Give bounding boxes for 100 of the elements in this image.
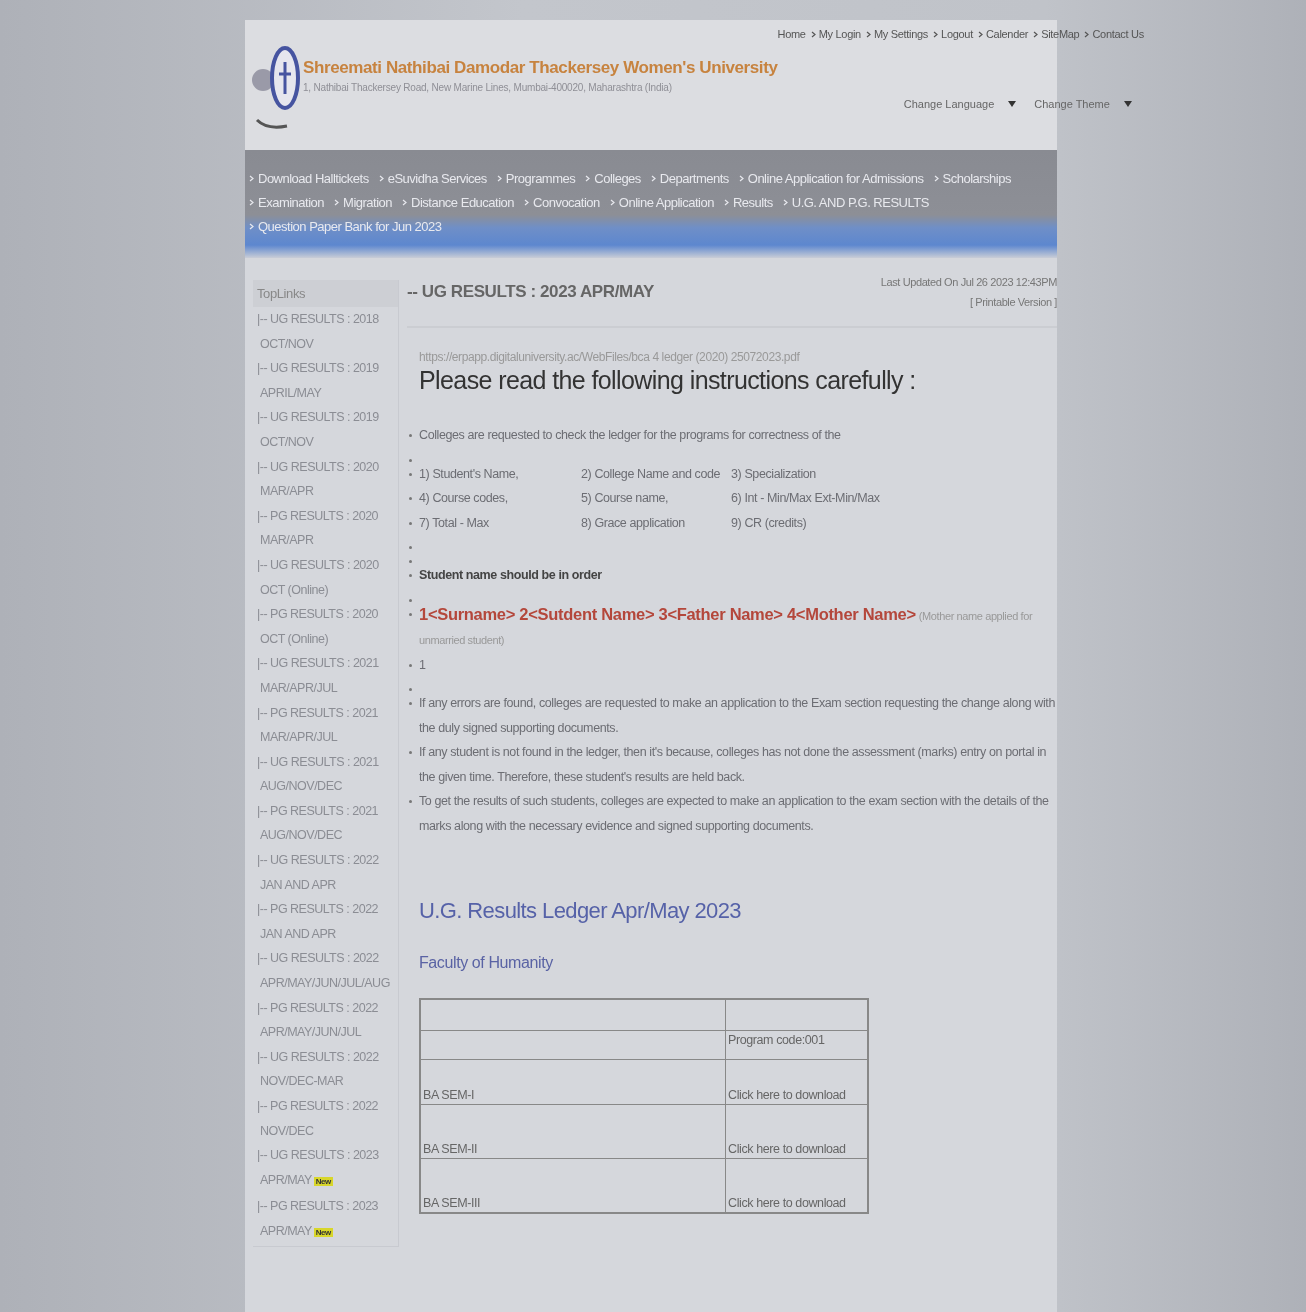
- sidebar-link[interactable]: |-- PG RESULTS : 2022 APR/MAY/JUN/JUL: [253, 995, 398, 1045]
- bullet-icon: [409, 663, 412, 667]
- menu-link[interactable]: Migration: [334, 192, 392, 213]
- dropdown[interactable]: Change Theme: [1032, 96, 1134, 112]
- field-item: 5) Course name,: [581, 490, 670, 507]
- menu-link[interactable]: Results: [723, 192, 773, 213]
- menu-link[interactable]: Online Application: [609, 192, 714, 213]
- printable-version-link[interactable]: [ Printable Version ]: [970, 296, 1057, 308]
- instruction-text: If any errors are found, colleges are requested to make an application to the Exam section requesting the change along with the duly signed supporting documents.: [419, 695, 1056, 737]
- chevron-icon: [977, 30, 983, 38]
- sidebar-link[interactable]: |-- PG RESULTS : 2021 AUG/NOV/DEC: [253, 798, 398, 849]
- bullet-icon: [409, 521, 412, 525]
- download-link[interactable]: Click here to download: [728, 1142, 846, 1156]
- top-link[interactable]: Contact Us: [1084, 28, 1144, 40]
- top-link[interactable]: SiteMap: [1033, 28, 1080, 40]
- menu-link[interactable]: Programmes: [496, 168, 576, 189]
- bullet-icon: [409, 688, 412, 691]
- university-address: 1, Nathibai Thackersey Road, New Marine Lines, Mumbai-400020, Maharashtra (India): [303, 82, 673, 93]
- field-item: 2) College Name and code: [581, 465, 722, 483]
- sidebar-link[interactable]: |-- PG RESULTS : 2020 OCT (Online): [253, 602, 398, 652]
- menu-link[interactable]: U.G. AND P.G. RESULTS: [782, 192, 929, 213]
- menu-link[interactable]: Distance Education: [402, 192, 515, 213]
- sidebar-link[interactable]: |-- PG RESULTS : 2021 MAR/APR/JUL: [253, 700, 398, 750]
- university-name: Shreemati Nathibai Damodar Thackersey Women's University: [303, 58, 778, 78]
- sidebar-link[interactable]: |-- UG RESULTS : 2021 AUG/NOV/DEC: [253, 749, 398, 799]
- sidebar-link[interactable]: |-- UG RESULTS : 2021 MAR/APR/JUL: [253, 651, 398, 701]
- chevron-icon: [249, 175, 254, 182]
- top-link[interactable]: Home: [777, 28, 806, 40]
- bullet-icon: [409, 574, 412, 577]
- bullet-icon: [409, 497, 412, 500]
- top-link[interactable]: Calender: [977, 28, 1029, 40]
- field-item: 7) Total - Max: [419, 514, 490, 532]
- chevron-icon: [865, 30, 871, 38]
- bullet-icon: [409, 546, 412, 549]
- bullet-icon: [409, 800, 412, 803]
- dropdown-arrow-icon: [1123, 101, 1132, 107]
- dropdown-arrow-icon: [1008, 101, 1017, 107]
- menu-link[interactable]: eSuvidha Services: [378, 168, 487, 189]
- chevron-icon: [334, 199, 340, 206]
- chevron-icon: [1084, 30, 1090, 38]
- menu-link[interactable]: Download Halltickets: [249, 168, 369, 189]
- chevron-icon: [782, 199, 788, 206]
- sidebar-link[interactable]: |-- UG RESULTS : 2022 NOV/DEC-MAR: [253, 1044, 398, 1094]
- chevron-icon: [933, 30, 939, 38]
- bullet-icon: [409, 458, 412, 462]
- menu-link[interactable]: Examination: [249, 192, 325, 213]
- top-link[interactable]: My Login: [810, 28, 861, 40]
- chevron-icon: [650, 175, 656, 182]
- sidebar-link[interactable]: |-- PG RESULTS : 2023 APR/MAY New: [253, 1194, 398, 1246]
- chevron-icon: [609, 199, 615, 206]
- bullet-icon: [409, 472, 412, 476]
- menu-link[interactable]: Departments: [650, 168, 729, 189]
- field-item: 6) Int - Min/Max Ext-Min/Max: [731, 490, 881, 507]
- download-link[interactable]: Click here to download: [728, 1196, 846, 1210]
- name-order-text: 1<Surname> 2<Sutdent Name> 3<Father Name> 4<Mother Name> (Mother name applied for unmarried student): [419, 603, 1034, 648]
- sidebar-link[interactable]: |-- UG RESULTS : 2020 OCT (Online): [253, 552, 398, 603]
- ledger-heading: U.G. Results Ledger Apr/May 2023: [419, 898, 742, 924]
- sidebar-link[interactable]: |-- UG RESULTS : 2018 OCT/NOV: [253, 307, 398, 357]
- page-title: -- UG RESULTS : 2023 APR/MAY: [407, 281, 654, 303]
- chevron-icon: [1033, 30, 1039, 38]
- field-item: 9) CR (credits): [731, 514, 808, 532]
- menu-link[interactable]: Online Application for Admissions: [738, 168, 924, 189]
- instruction-text: If any student is not found in the ledger, then it's because, colleges has not done the assessment (marks) entry on portal in the given time. Therefore, these student's results are held back.: [419, 744, 1048, 786]
- dropdown[interactable]: Change Language: [901, 96, 1019, 112]
- menu-link[interactable]: Colleges: [585, 168, 641, 189]
- instruction-text: Student name should be in order: [419, 567, 602, 584]
- sidebar-link[interactable]: |-- UG RESULTS : 2022 JAN AND APR: [253, 848, 398, 898]
- sidebar-link[interactable]: |-- PG RESULTS : 2020 MAR/APR: [253, 503, 398, 553]
- field-item: 3) Specialization: [731, 465, 817, 483]
- sidebar-link[interactable]: |-- UG RESULTS : 2019 APRIL/MAY: [253, 356, 398, 406]
- instructions-heading: Please read the following instructions carefully :: [419, 366, 917, 395]
- sidebar-link[interactable]: |-- UG RESULTS : 2019 OCT/NOV: [253, 405, 398, 455]
- new-badge: New: [313, 1176, 333, 1186]
- instruction-text: To get the results of such students, colleges are expected to make an application to the exam section with the details of the marks along with the necessary evidence and signed supporting documents.: [419, 793, 1050, 835]
- sidebar-link[interactable]: |-- UG RESULTS : 2022 APR/MAY/JUN/JUL/AUG: [253, 946, 398, 996]
- menu-link[interactable]: Scholarships: [933, 168, 1011, 189]
- bullet-icon: [409, 560, 412, 563]
- sidebar-title: TopLinks: [253, 280, 398, 307]
- chevron-icon: [249, 223, 254, 230]
- chevron-icon: [378, 175, 384, 182]
- field-item: 4) Course codes,: [419, 490, 509, 507]
- sidebar-link[interactable]: |-- PG RESULTS : 2022 NOV/DEC: [253, 1094, 398, 1144]
- last-updated-text: Last Updated On Jul 26 2023 12:43PM: [880, 276, 1057, 288]
- sidebar-link[interactable]: |-- PG RESULTS : 2022 JAN AND APR: [253, 897, 398, 947]
- sidebar-link[interactable]: |-- UG RESULTS : 2023 APR/MAY New: [253, 1143, 398, 1195]
- chevron-icon: [496, 175, 502, 182]
- top-link[interactable]: Logout: [933, 28, 973, 40]
- field-item: 1) Student's Name,: [419, 465, 520, 483]
- instruction-text: 1: [419, 656, 426, 674]
- menu-link[interactable]: Question Paper Bank for Jun 2023: [249, 216, 442, 237]
- chevron-icon: [585, 175, 591, 182]
- new-badge: New: [313, 1227, 333, 1237]
- top-link[interactable]: My Settings: [865, 28, 929, 40]
- bullet-icon: [409, 612, 412, 616]
- file-url-text: https://erpapp.digitaluniversity.ac/WebFiles/bca 4 ledger (2020) 25072023.pdf: [419, 350, 801, 364]
- download-link[interactable]: Click here to download: [728, 1088, 846, 1102]
- menu-link[interactable]: Convocation: [524, 192, 600, 213]
- chevron-icon: [402, 199, 407, 206]
- sidebar-link[interactable]: |-- UG RESULTS : 2020 MAR/APR: [253, 454, 398, 504]
- chevron-icon: [723, 199, 729, 206]
